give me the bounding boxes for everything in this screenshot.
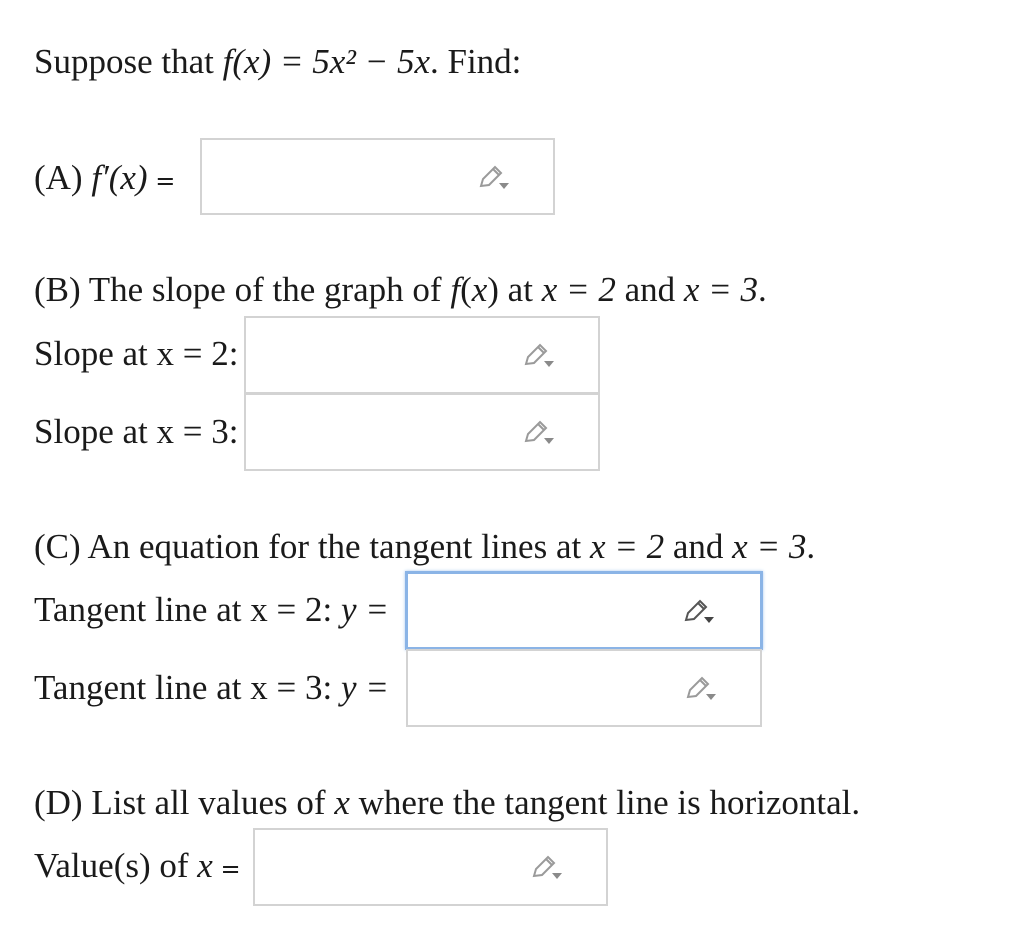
part-a-label: (A) f′(x) = xyxy=(34,158,176,197)
pencil-dropdown-icon[interactable] xyxy=(522,417,558,447)
slope-at-3-input[interactable] xyxy=(244,393,600,471)
function-definition: f(x) = 5x² − 5x xyxy=(222,42,430,81)
tangent-at-3-input[interactable] xyxy=(406,649,762,727)
problem-statement: Suppose that f(x) = 5x² − 5x. Find: xyxy=(34,42,522,81)
pencil-dropdown-icon[interactable] xyxy=(522,340,558,370)
derivative-answer-input[interactable] xyxy=(200,138,555,215)
pencil-dropdown-icon[interactable] xyxy=(477,162,513,192)
pencil-dropdown-icon[interactable] xyxy=(530,852,566,882)
tangent-at-2-label: Tangent line at x = 2: y = xyxy=(34,590,389,629)
part-c-heading: (C) An equation for the tangent lines at… xyxy=(34,527,816,566)
part-b-heading: (B) The slope of the graph of f(x) = 5x²… xyxy=(34,270,767,309)
horizontal-tangent-x-input[interactable] xyxy=(253,828,608,906)
slope-at-3-label: Slope at x = 3: xyxy=(34,412,239,451)
slope-at-2-input[interactable] xyxy=(244,316,600,394)
pencil-dropdown-icon[interactable] xyxy=(684,673,720,703)
slope-at-2-label: Slope at x = 2: xyxy=(34,334,239,373)
part-d-heading: (D) List all values of x where the tange… xyxy=(34,783,861,822)
pencil-dropdown-icon[interactable] xyxy=(682,596,718,626)
tangent-at-2-input[interactable] xyxy=(405,571,763,650)
tangent-at-3-label: Tangent line at x = 3: y = xyxy=(34,668,389,707)
values-of-x-label: Value(s) of x = xyxy=(34,846,241,885)
